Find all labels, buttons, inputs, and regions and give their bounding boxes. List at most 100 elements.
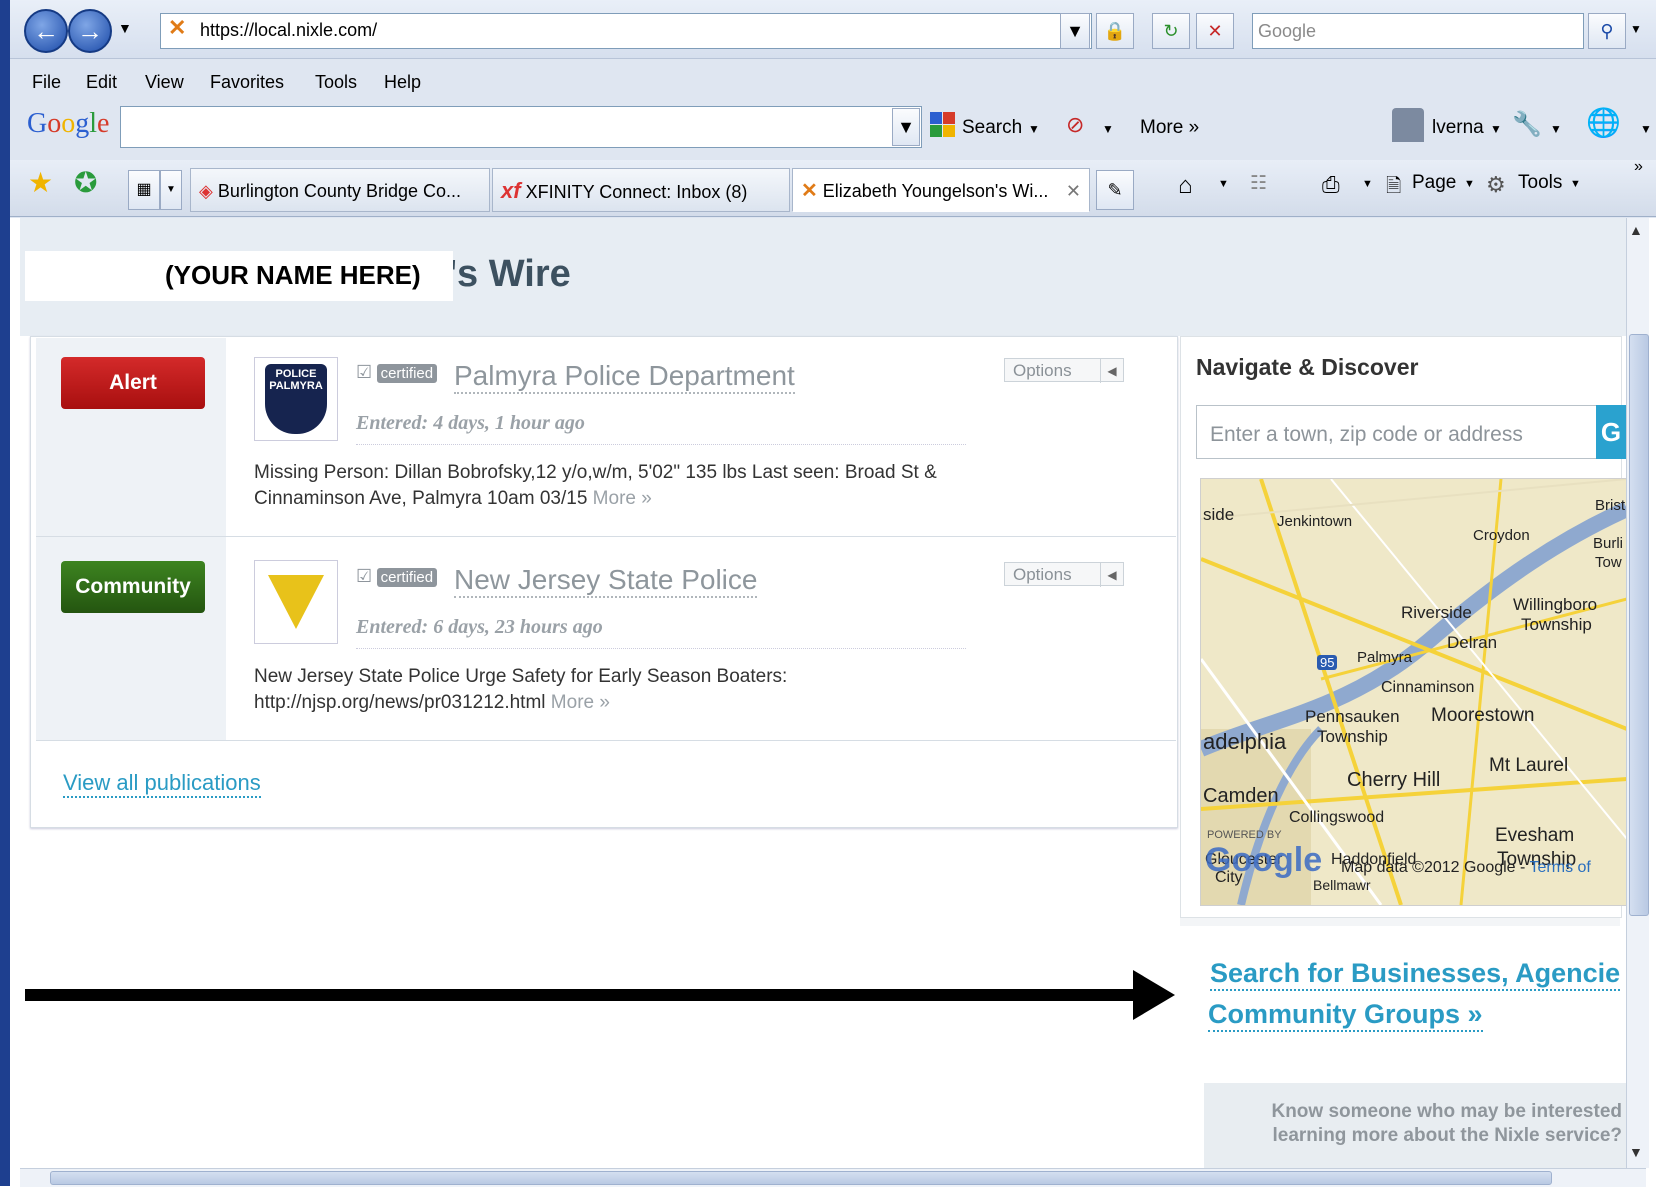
- hscroll-thumb[interactable]: [50, 1171, 1552, 1185]
- menu-help[interactable]: Help: [384, 72, 421, 93]
- popup-blocker-icon[interactable]: ⊘: [1066, 112, 1084, 138]
- tools-menu-button[interactable]: Tools: [1518, 172, 1562, 194]
- palmyra-police-logo[interactable]: POLICE PALMYRA: [254, 357, 338, 441]
- tab-burlington[interactable]: ◈ Burlington County Bridge Co...: [190, 168, 490, 212]
- menu-view[interactable]: View: [145, 72, 184, 93]
- menu-file[interactable]: File: [32, 72, 61, 93]
- map-label: Cherry Hill: [1347, 769, 1441, 791]
- more-link[interactable]: More »: [551, 692, 610, 713]
- tab-nixle-active[interactable]: ✕ Elizabeth Youngelson's Wi... ✕: [792, 168, 1090, 212]
- search-businesses-link[interactable]: Search for Businesses, Agencie: [1210, 958, 1621, 991]
- page-icon: 🗎: [1386, 176, 1402, 197]
- tab-close-icon[interactable]: ✕: [1066, 169, 1081, 211]
- lock-certified-icon: ☑: [356, 566, 373, 586]
- certified-label: certified: [376, 364, 438, 383]
- options-label: Options: [1013, 565, 1072, 584]
- gear-icon: ⚙: [1486, 172, 1506, 197]
- post-separator: [356, 648, 966, 649]
- menu-favorites[interactable]: Favorites: [210, 72, 284, 93]
- map-label: Township: [1317, 727, 1388, 746]
- tab-list-dropdown[interactable]: ▼: [160, 170, 182, 210]
- map-label: Palmyra: [1357, 649, 1413, 666]
- scroll-down-icon[interactable]: ▼: [1629, 1144, 1643, 1160]
- search-options-icon[interactable]: ▼: [1630, 22, 1642, 36]
- community-badge[interactable]: Community: [61, 561, 205, 613]
- map-terms-link[interactable]: Terms of: [1530, 859, 1591, 876]
- post-separator: [356, 444, 966, 445]
- google-search-input[interactable]: [120, 106, 922, 148]
- nj-state-police-logo[interactable]: [254, 560, 338, 644]
- tools-dropdown-icon[interactable]: ▼: [1570, 178, 1581, 190]
- name-overlay-text: (YOUR NAME HERE): [165, 260, 421, 290]
- print-dropdown-icon[interactable]: ▼: [1362, 178, 1373, 190]
- forward-button[interactable]: →: [68, 9, 112, 53]
- options-dropdown[interactable]: Options ◀: [1004, 562, 1124, 587]
- options-dropdown[interactable]: Options ◀: [1004, 358, 1124, 383]
- map-label: Tow: [1595, 554, 1622, 571]
- user-account-menu[interactable]: lverna: [1432, 117, 1484, 139]
- map-label: Burli: [1593, 535, 1624, 552]
- options-arrow-icon: ◀: [1100, 563, 1123, 587]
- address-dropdown-button[interactable]: ▼: [1060, 13, 1090, 49]
- view-all-publications-link[interactable]: View all publications: [63, 770, 261, 798]
- agency-name[interactable]: Palmyra Police Department: [454, 360, 795, 394]
- page-menu-button[interactable]: Page: [1412, 172, 1456, 194]
- community-groups-link[interactable]: Community Groups »: [1208, 999, 1483, 1032]
- area-map[interactable]: side Jenkintown Croydon Brist Burli Tow …: [1200, 478, 1628, 906]
- favorites-star-icon[interactable]: ★: [28, 166, 53, 199]
- feeds-icon[interactable]: ☷: [1250, 172, 1267, 195]
- popup-dropdown-icon[interactable]: ▼: [1102, 122, 1114, 136]
- menu-edit[interactable]: Edit: [86, 72, 117, 93]
- tab-xfinity[interactable]: xf XFINITY Connect: Inbox (8): [492, 168, 790, 212]
- search-dropdown-icon[interactable]: ▼: [1028, 122, 1040, 136]
- address-url[interactable]: https://local.nixle.com/: [200, 20, 377, 41]
- translate-icon[interactable]: 🌐: [1586, 106, 1621, 139]
- map-label: Delran: [1447, 633, 1498, 652]
- home-dropdown-icon[interactable]: ▼: [1218, 178, 1229, 190]
- more-link[interactable]: More »: [593, 488, 652, 509]
- refresh-button[interactable]: ↻: [1152, 13, 1190, 49]
- add-favorite-icon[interactable]: ✪: [74, 166, 97, 199]
- lock-certified-icon: ☑: [356, 362, 373, 382]
- quick-tabs-icon[interactable]: ▦: [128, 170, 160, 210]
- go-button[interactable]: G: [1596, 405, 1626, 459]
- google-search-button[interactable]: Search: [962, 117, 1022, 139]
- google-search-dropdown[interactable]: ▼: [892, 108, 920, 146]
- user-dropdown-icon[interactable]: ▼: [1490, 122, 1502, 136]
- new-tab-button[interactable]: ✎: [1096, 170, 1134, 210]
- translate-dropdown-icon[interactable]: ▼: [1640, 122, 1652, 136]
- annotation-arrow-shaft: [25, 989, 1137, 1001]
- search-icon[interactable]: ⚲: [1588, 13, 1626, 49]
- certified-label: certified: [376, 568, 438, 587]
- history-dropdown-icon[interactable]: ▼: [118, 20, 132, 36]
- chevron-overflow-icon[interactable]: »: [1634, 158, 1643, 176]
- horizontal-scrollbar[interactable]: [20, 1168, 1646, 1187]
- wire-title: 's Wire: [448, 253, 571, 295]
- wrench-dropdown-icon[interactable]: ▼: [1550, 122, 1562, 136]
- invite-text: Know someone who may be interested learn…: [1271, 1101, 1622, 1146]
- back-button[interactable]: ←: [24, 9, 68, 53]
- more-button[interactable]: More »: [1140, 117, 1199, 139]
- tab-burlington-icon: ◈: [199, 181, 213, 201]
- certified-badge: ☑ certified: [356, 362, 438, 383]
- map-label: Jenkintown: [1277, 513, 1353, 530]
- home-icon[interactable]: ⌂: [1178, 172, 1193, 200]
- tab-burlington-label: Burlington County Bridge Co...: [217, 181, 461, 201]
- lock-icon[interactable]: 🔒: [1096, 13, 1134, 49]
- xfinity-icon: xf: [501, 178, 521, 203]
- menu-tools[interactable]: Tools: [315, 72, 357, 93]
- interstate-95-shield-icon: 95: [1317, 655, 1338, 670]
- scroll-up-icon[interactable]: ▲: [1629, 222, 1643, 238]
- map-powered-by: POWERED BY: [1207, 829, 1282, 841]
- alert-badge[interactable]: Alert: [61, 357, 205, 409]
- state-police-badge-icon: [268, 575, 324, 629]
- scroll-thumb[interactable]: [1629, 334, 1649, 916]
- agency-name[interactable]: New Jersey State Police: [454, 564, 758, 598]
- page-dropdown-icon[interactable]: ▼: [1464, 178, 1475, 190]
- police-badge-icon: POLICE PALMYRA: [265, 364, 327, 434]
- wrench-icon[interactable]: 🔧: [1512, 110, 1542, 139]
- vertical-scrollbar[interactable]: ▲ ▼: [1626, 218, 1649, 1168]
- print-icon[interactable]: ⎙: [1322, 172, 1340, 198]
- stop-button[interactable]: ✕: [1196, 13, 1234, 49]
- google-logo: Google: [27, 108, 110, 139]
